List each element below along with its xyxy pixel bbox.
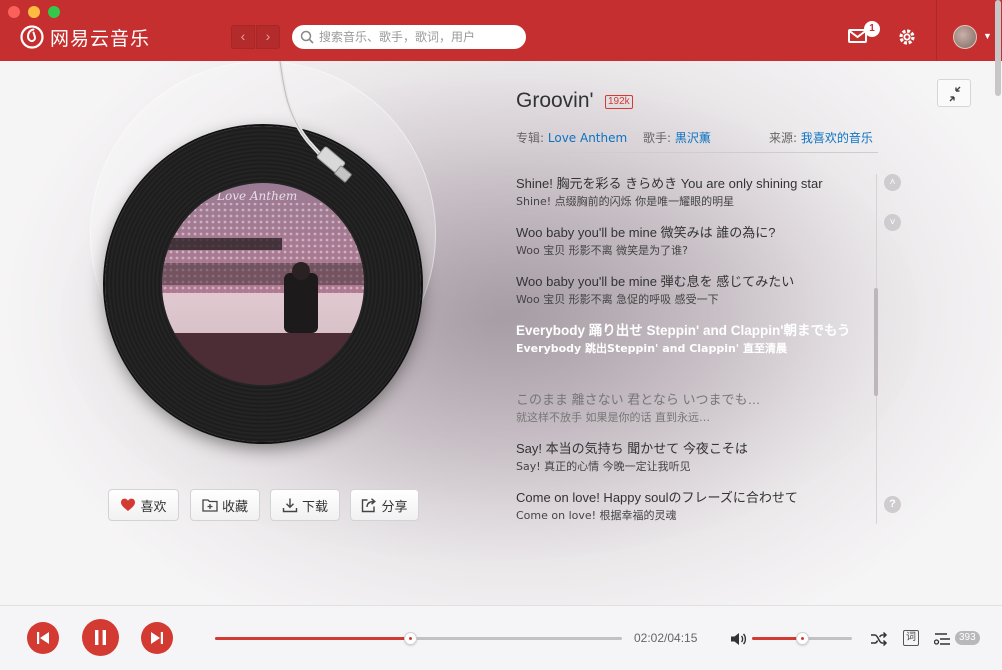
lyric-line: Woo baby you'll be mine 微笑みは 誰の為に? Woo 宝… xyxy=(516,223,866,272)
source-info: 来源: 我喜欢的音乐 xyxy=(769,129,873,146)
app-logo[interactable]: 网易云音乐 xyxy=(20,24,150,50)
back-button[interactable]: ‹ xyxy=(231,25,255,49)
minimize-player-button[interactable] xyxy=(937,79,971,107)
album-cover-art xyxy=(162,183,364,385)
lyric-original: Everybody 踊り出せ Steppin' and Clappin'朝までも… xyxy=(516,323,851,338)
gear-icon[interactable] xyxy=(897,27,917,47)
window-close-button[interactable] xyxy=(8,6,20,18)
lyric-line: Come on love! Happy soulのフレーズに合わせて Come … xyxy=(516,488,866,524)
window-minimize-button[interactable] xyxy=(28,6,40,18)
player-bar: 02:02/04:15 词 393 xyxy=(0,605,1002,670)
lyric-translation: Say! 真正的心情 今晚一定让我听见 xyxy=(516,460,691,473)
pause-button[interactable] xyxy=(82,619,119,656)
download-button[interactable]: 下载 xyxy=(270,489,340,521)
chevron-left-icon: ‹ xyxy=(240,28,246,44)
quality-badge: 192k xyxy=(605,95,633,109)
title-bar: 网易云音乐 ‹ › 1 ▼ xyxy=(0,0,1002,61)
chevron-down-icon: ˅ xyxy=(889,217,896,228)
message-count-badge: 1 xyxy=(864,21,880,37)
lyric-original: Come on love! Happy soulのフレーズに合わせて xyxy=(516,490,798,505)
info-divider xyxy=(516,152,878,153)
lyric-original: Woo baby you'll be mine 微笑みは 誰の為に? xyxy=(516,225,776,240)
chevron-down-icon[interactable]: ▼ xyxy=(983,31,992,41)
lyric-translation: Come on love! 根据幸福的灵魂 xyxy=(516,509,677,522)
lyric-original: Woo baby you'll be mine 弾む息を 感じてみたい xyxy=(516,274,795,289)
volume-knob[interactable] xyxy=(796,632,809,645)
shuffle-icon[interactable] xyxy=(870,630,888,648)
next-track-button[interactable] xyxy=(141,622,173,654)
share-icon xyxy=(362,498,377,513)
share-label: 分享 xyxy=(381,499,408,515)
collapse-icon xyxy=(949,86,961,102)
lyrics-scrollbar[interactable] xyxy=(874,288,878,396)
volume-slider[interactable] xyxy=(752,632,852,645)
window-maximize-button[interactable] xyxy=(48,6,60,18)
playlist-icon[interactable] xyxy=(934,630,952,648)
lyric-toggle-button[interactable]: 词 xyxy=(903,630,919,646)
collect-label: 收藏 xyxy=(221,499,248,515)
skip-next-icon xyxy=(151,632,163,644)
download-icon xyxy=(282,498,298,513)
lyric-translation: Woo 宝贝 形影不离 微笑是为了谁? xyxy=(516,244,689,257)
lyric-translation: Everybody 跳出Steppin' and Clappin' 直至清晨 xyxy=(516,342,788,355)
search-input[interactable] xyxy=(319,30,519,44)
volume-icon[interactable] xyxy=(730,631,748,647)
album-info: 专辑: Love Anthem xyxy=(516,129,627,146)
song-title: Groovin' xyxy=(516,89,594,112)
heart-icon xyxy=(121,498,136,511)
forward-button[interactable]: › xyxy=(256,25,280,49)
pause-icon xyxy=(95,630,106,645)
artist-info: 歌手: 黒沢薫 xyxy=(643,129,711,146)
netease-logo-icon xyxy=(20,25,44,49)
volume-fill xyxy=(752,637,802,640)
lyric-original: Shine! 胸元を彩る きらめき You are only shining s… xyxy=(516,176,823,191)
avatar[interactable] xyxy=(953,25,977,49)
lyric-translation: 就这样不放手 如果是你的话 直到永远… xyxy=(516,411,710,424)
playlist-count-badge: 393 xyxy=(955,631,980,645)
search-box[interactable] xyxy=(292,25,526,49)
tonearm xyxy=(278,61,352,183)
share-button[interactable]: 分享 xyxy=(350,489,419,521)
album-link[interactable]: Love Anthem xyxy=(548,131,627,145)
time-display: 02:02/04:15 xyxy=(634,631,698,645)
collect-button[interactable]: 收藏 xyxy=(190,489,260,521)
lyric-line: Say! 本当の気持ち 聞かせて 今夜こそは Say! 真正的心情 今晚一定让我… xyxy=(516,439,866,488)
chevron-up-icon: ˄ xyxy=(889,177,896,188)
progress-slider[interactable] xyxy=(215,632,622,645)
lyric-line-current: Everybody 踊り出せ Steppin' and Clappin'朝までも… xyxy=(516,321,866,390)
folder-add-icon xyxy=(202,499,218,512)
search-icon xyxy=(300,30,314,44)
lyrics-scroll-up-button[interactable]: ˄ xyxy=(884,174,901,191)
lyric-original: このまま 離さない 君となら いつまでも… xyxy=(516,392,761,407)
download-label: 下载 xyxy=(301,499,328,515)
previous-track-button[interactable] xyxy=(27,622,59,654)
lyrics-help-button[interactable]: ? xyxy=(884,496,901,513)
lyric-original: Say! 本当の気持ち 聞かせて 今夜こそは xyxy=(516,441,748,456)
app-name: 网易云音乐 xyxy=(50,27,151,50)
progress-knob[interactable] xyxy=(404,632,418,645)
progress-fill xyxy=(215,637,411,640)
like-label: 喜欢 xyxy=(140,499,167,515)
source-label: 来源: xyxy=(769,131,798,145)
source-link[interactable]: 我喜欢的音乐 xyxy=(801,131,873,145)
header-divider xyxy=(936,0,937,61)
chevron-right-icon: › xyxy=(265,28,271,44)
album-cover-title: Love Anthem xyxy=(217,189,298,203)
artist-label: 歌手: xyxy=(643,131,672,145)
page-scrollbar[interactable] xyxy=(995,0,1001,96)
lyric-translation: Woo 宝贝 形影不离 急促的呼吸 感受一下 xyxy=(516,293,719,306)
lyric-line: Woo baby you'll be mine 弾む息を 感じてみたい Woo … xyxy=(516,272,866,321)
album-cover: Love Anthem xyxy=(162,183,364,385)
lyrics-scroll-down-button[interactable]: ˅ xyxy=(884,214,901,231)
question-icon: ? xyxy=(889,498,896,510)
like-button[interactable]: 喜欢 xyxy=(108,489,179,521)
artist-link[interactable]: 黒沢薫 xyxy=(675,131,711,145)
album-label: 专辑: xyxy=(516,131,545,145)
lyric-line: このまま 離さない 君となら いつまでも… 就这样不放手 如果是你的话 直到永远… xyxy=(516,390,866,439)
lyric-line: Shine! 胸元を彩る きらめき You are only shining s… xyxy=(516,174,866,223)
lyrics-panel[interactable]: Shine! 胸元を彩る きらめき You are only shining s… xyxy=(516,174,866,524)
lyric-translation: Shine! 点缀胸前的闪烁 你是唯一耀眼的明星 xyxy=(516,195,735,208)
skip-previous-icon xyxy=(37,632,49,644)
